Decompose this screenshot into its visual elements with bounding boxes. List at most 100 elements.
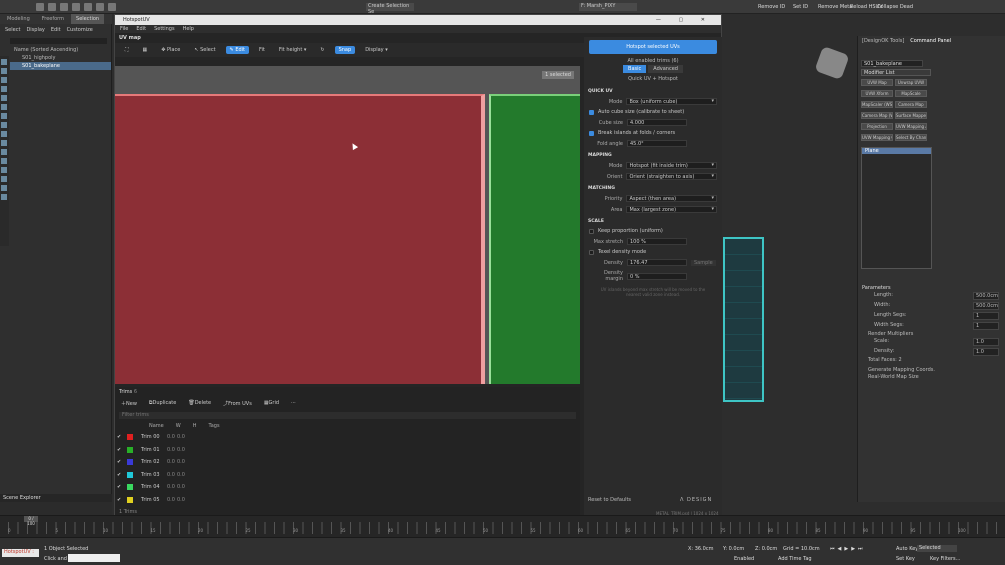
trim-color-swatch[interactable] <box>127 471 133 478</box>
unwrap-uvw-button[interactable]: Unwrap UVW <box>895 79 927 86</box>
frame-counter[interactable]: 0 / 100 <box>24 516 38 526</box>
trim-enabled-checkbox[interactable]: ✔ <box>117 434 127 440</box>
refresh-icon[interactable]: ↻ <box>316 46 328 54</box>
menu-customize[interactable]: Customize <box>67 27 93 33</box>
camera-map-button[interactable]: Camera Map <box>895 101 927 108</box>
area-dropdown[interactable]: Max (largest zone) <box>626 206 717 213</box>
select-icon[interactable] <box>72 3 80 11</box>
trim-color-swatch[interactable] <box>127 496 133 503</box>
timeline[interactable]: 0 / 100 0 5 10 15 20 25 30 35 40 45 50 55 60 65 70 75 80… <box>0 515 1005 537</box>
y-coord-field[interactable]: Y: 0.0cm <box>723 546 744 552</box>
scale-icon[interactable] <box>108 3 116 11</box>
grid-button[interactable]: ▦Grid <box>264 400 279 407</box>
uvw-mapping-clear-button[interactable]: UVW Mapping Clear <box>861 134 893 141</box>
orient-dropdown[interactable]: Orient (straighten to axis) <box>626 173 717 180</box>
menu-display[interactable]: Display <box>26 27 44 33</box>
delete-trim-button[interactable]: 🗑Delete <box>188 400 211 407</box>
priority-dropdown[interactable]: Aspect (then area) <box>626 195 717 202</box>
trim-row[interactable]: ✔ Trim 02 0.0 0.0 <box>115 456 580 469</box>
display-dropdown[interactable]: Display ▾ <box>361 46 392 54</box>
trim-row[interactable]: ✔ Trim 01 0.0 0.0 <box>115 444 580 457</box>
density-field[interactable]: 176.47 <box>627 259 687 266</box>
scene-search-input[interactable] <box>10 38 107 44</box>
collapse-dead-button[interactable]: Collapse Dead <box>877 4 913 10</box>
remove-meta-button[interactable]: Remove Meta <box>818 4 852 10</box>
trim-enabled-checkbox[interactable]: ✔ <box>117 459 127 465</box>
duplicate-trim-button[interactable]: ⧉Duplicate <box>149 400 176 407</box>
keep-proportion-checkbox[interactable] <box>589 228 594 234</box>
surface-mapper-button[interactable]: Surface Mapper (WSM) <box>895 112 927 119</box>
frame-view-dropdown[interactable]: F: Marsh_PIXY <box>579 3 637 11</box>
tab-designok-tools[interactable]: [DesignOK Tools] <box>862 38 904 44</box>
mapscaler-wsm-button[interactable]: MapScaler (WSM) <box>861 101 893 108</box>
scene-object-highpoly[interactable]: S01_highpoly <box>10 54 111 62</box>
frame-icon[interactable]: ⛶ <box>121 46 133 54</box>
stack-item-plane[interactable]: Plane <box>862 148 931 154</box>
cube-size-field[interactable]: 4.000 <box>627 119 687 126</box>
grid-icon[interactable]: ▦ <box>139 46 152 54</box>
max-stretch-field[interactable]: 100 % <box>627 238 687 245</box>
menu-file[interactable]: File <box>120 26 128 32</box>
snap-button[interactable]: Snap <box>334 46 356 54</box>
mapscale-button[interactable]: MapScale <box>895 90 927 97</box>
tool-icon[interactable] <box>1 104 7 110</box>
menu-edit[interactable]: Edit <box>51 27 61 33</box>
tool-icon[interactable] <box>1 140 7 146</box>
trim-enabled-checkbox[interactable]: ✔ <box>117 484 127 490</box>
set-key-button[interactable]: Set Key <box>896 556 915 562</box>
remove-id-button[interactable]: Remove ID <box>758 4 785 10</box>
tool-icon[interactable] <box>1 149 7 155</box>
camera-map-wsm-button[interactable]: Camera Map (WSM) <box>861 112 893 119</box>
tool-icon[interactable] <box>1 68 7 74</box>
scene-explorer-label[interactable]: Scene Explorer <box>0 494 112 502</box>
tab-command-panel[interactable]: Command Panel <box>910 38 951 44</box>
z-coord-field[interactable]: Z: 0.0cm <box>755 546 777 552</box>
quick-uv-mode-dropdown[interactable]: Box (uniform cube) <box>626 98 717 105</box>
enabled-toggle[interactable]: Enabled <box>734 556 754 562</box>
tab-modeling[interactable]: Modeling <box>2 14 35 24</box>
trim-row[interactable]: ✔ Trim 00 0.0 0.0 <box>115 431 580 444</box>
move-icon[interactable] <box>84 3 92 11</box>
trim-enabled-checkbox[interactable]: ✔ <box>117 472 127 478</box>
time-ruler[interactable] <box>8 522 998 534</box>
select-by-channel-button[interactable]: Select By Channel <box>895 134 927 141</box>
tool-icon[interactable] <box>1 59 7 65</box>
menu-settings[interactable]: Settings <box>154 26 175 32</box>
maxscript-listener[interactable]: HotspotUV : <box>2 549 39 557</box>
trim-color-swatch[interactable] <box>127 484 133 491</box>
col-name[interactable]: Name <box>149 423 164 429</box>
trim-zone-red[interactable] <box>115 94 485 384</box>
create-selection-dropdown[interactable]: Create Selection Se <box>366 3 414 15</box>
tab-selection[interactable]: Selection <box>71 14 105 24</box>
hotspot-selected-uvs-button[interactable]: Hotspot selected UVs <box>589 40 717 54</box>
tool-icon[interactable] <box>1 122 7 128</box>
sample-button[interactable]: Sample <box>691 259 716 266</box>
real-world-map-checkbox[interactable]: Real-World Map Size <box>858 373 1005 380</box>
object-name-field[interactable]: S01_bakeplane <box>861 60 923 67</box>
trim-enabled-checkbox[interactable]: ✔ <box>117 497 127 503</box>
col-w[interactable]: W <box>176 423 181 429</box>
texel-density-checkbox[interactable] <box>589 249 594 255</box>
rotate-icon[interactable] <box>96 3 104 11</box>
modifier-stack[interactable]: Plane <box>861 147 932 269</box>
tool-icon[interactable] <box>1 95 7 101</box>
trim-zone-green[interactable] <box>489 94 580 384</box>
projection-button[interactable]: Projection <box>861 123 893 130</box>
tool-icon[interactable] <box>1 86 7 92</box>
auto-cube-checkbox[interactable] <box>589 109 594 115</box>
tool-icon[interactable] <box>1 158 7 164</box>
length-field[interactable]: 500.0cm <box>973 292 999 300</box>
from-uvs-button[interactable]: ⤴From UVs <box>223 400 252 407</box>
x-coord-field[interactable]: X: 36.0cm <box>688 546 713 552</box>
tool-icon[interactable] <box>1 77 7 83</box>
trim-enabled-checkbox[interactable]: ✔ <box>117 447 127 453</box>
col-tags[interactable]: Tags <box>208 423 219 429</box>
window-controls[interactable]: — ▢ ✕ <box>656 17 713 23</box>
fold-angle-field[interactable]: 45.0° <box>627 140 687 147</box>
select-button[interactable]: ↖ Select <box>190 46 219 54</box>
tool-icon[interactable] <box>1 113 7 119</box>
density-field[interactable]: 1.0 <box>973 348 999 356</box>
trim-color-swatch[interactable] <box>127 434 133 441</box>
uvw-mapping-add-button[interactable]: UVW Mapping Add <box>895 123 927 130</box>
tool-icon[interactable] <box>1 194 7 200</box>
